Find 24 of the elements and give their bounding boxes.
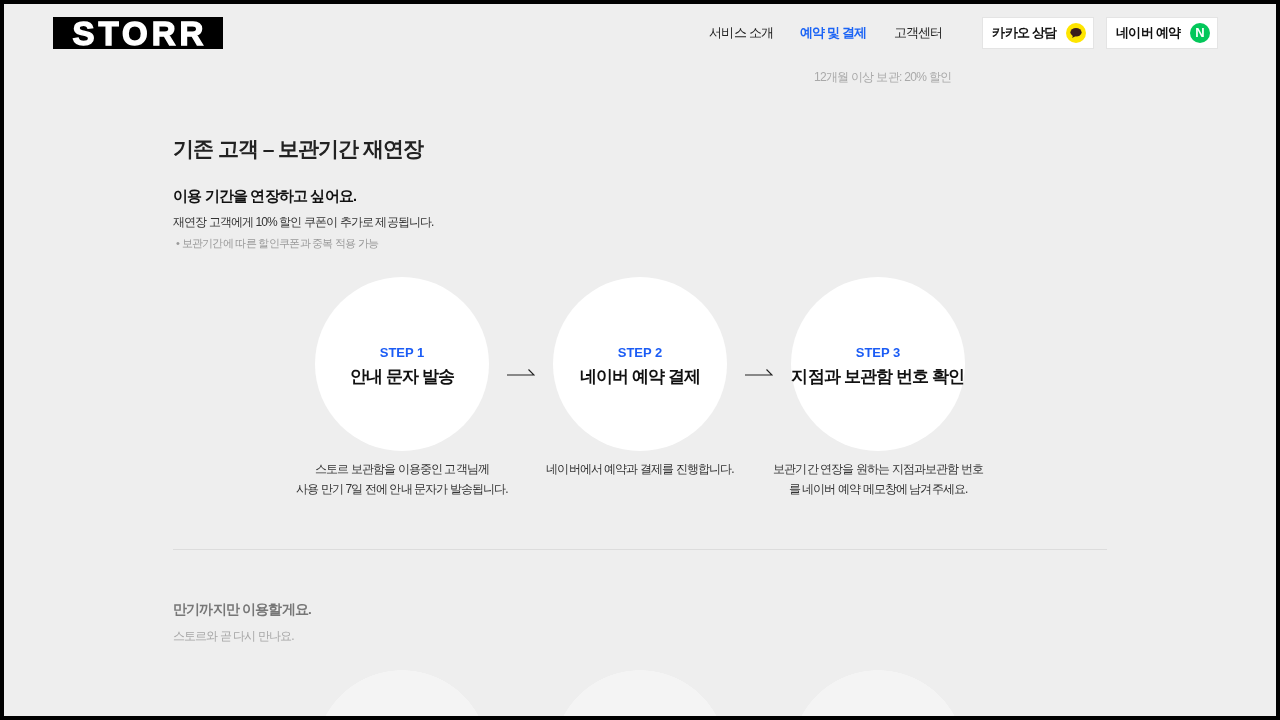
section-heading: 만기까지만 이용할게요. [173, 601, 312, 619]
reservation-button[interactable]: 네이버 예약 N [1106, 17, 1218, 49]
step-label: STEP 3 [855, 344, 901, 361]
section-description: 스토르와 곧 다시 만나요. [173, 628, 295, 645]
section-description: 재연장 고객에게 10% 할인 쿠폰이 추가로 제공됩니다. [173, 214, 435, 231]
section-heading: 이용 기간을 연장하고 싶어요. [173, 187, 358, 206]
storr-logo[interactable]: STORR [53, 17, 223, 49]
step-title: 지점과 보관함 번호 확인 [791, 365, 965, 387]
step-description: 스토르 보관함을 이용중인 고객님께 사용 만기 7일 전에 안내 문자가 발송됩니다. [296, 461, 508, 498]
step-description: 네이버에서 예약과 결제를 진행합니다. [546, 461, 734, 478]
nav-link[interactable]: 고객센터 [893, 23, 943, 43]
step-title: 네이버 예약 결제 [579, 365, 701, 387]
nav-link[interactable]: 서비스 소개 [709, 23, 773, 43]
step-title: 안내 문자 발송 [349, 365, 455, 387]
consult-button[interactable]: 카카오 상담 [982, 17, 1095, 49]
speech-bubble-icon [1066, 23, 1087, 43]
page-title: 기존 고객 – 보관기간 재연장 [173, 136, 425, 162]
n-logo-icon: N [1190, 23, 1210, 43]
section-note: • 보관기간에 따른 할인쿠폰과 중복 적용 가능 [176, 236, 380, 251]
nav-link[interactable]: 예약 및 결제 [799, 23, 867, 43]
step-label: STEP 1 [379, 344, 425, 361]
step-label: STEP 2 [617, 344, 663, 361]
discount-note: 12개월 이상 보관: 20% 할인 [814, 69, 952, 85]
step-description: 보관기간 연장을 원하는 지점과보관함 번호 를 네이버 예약 메모창에 남겨주세요. [773, 461, 983, 498]
